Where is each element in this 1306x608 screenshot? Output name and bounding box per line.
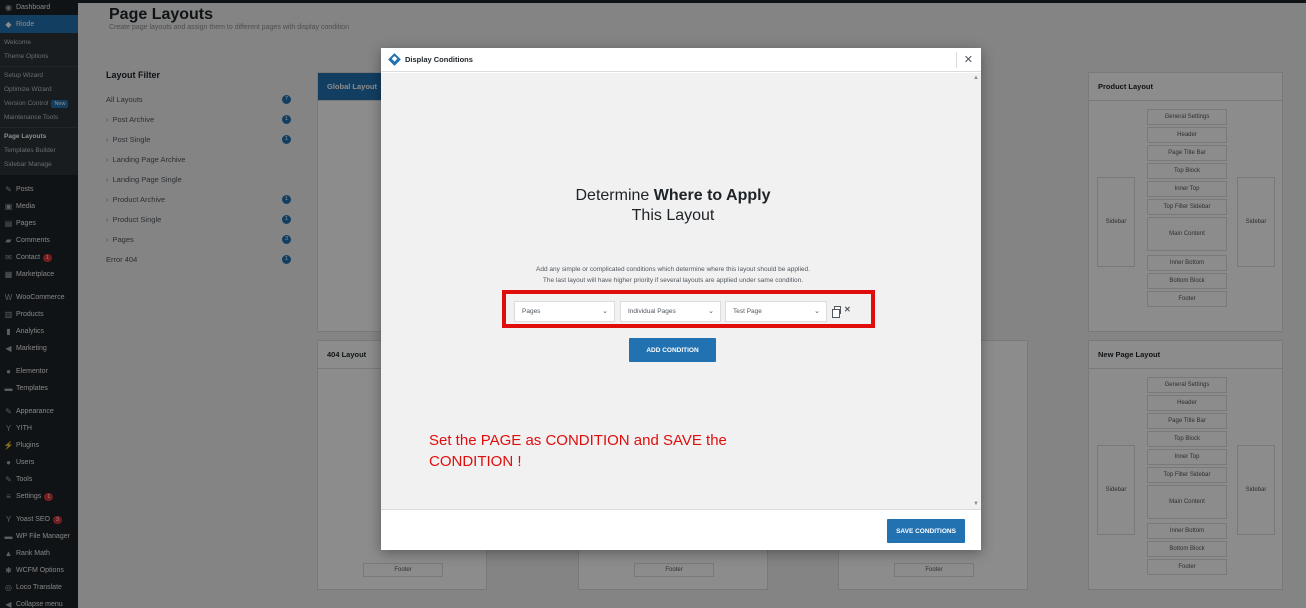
header-divider <box>956 52 957 68</box>
chevron-down-icon: ⌄ <box>814 308 820 315</box>
remove-icon[interactable]: ✕ <box>844 305 851 314</box>
copy-icon[interactable] <box>832 305 841 318</box>
modal-heading: Determine Where to Apply This Layout <box>381 186 965 226</box>
display-conditions-modal: Display Conditions ✕ ▲ ▼ Determine Where… <box>381 48 981 550</box>
select-value: Test Page <box>733 308 762 315</box>
instruction-annotation: Set the PAGE as CONDITION and SAVE the C… <box>429 432 727 470</box>
heading-bold: Where to Apply <box>653 187 771 204</box>
condition-type-select[interactable]: Pages ⌄ <box>514 301 615 322</box>
riode-logo-icon <box>388 53 401 66</box>
select-value: Individual Pages <box>628 308 676 315</box>
scroll-down-icon[interactable]: ▼ <box>973 501 979 507</box>
scroll-up-icon[interactable]: ▲ <box>973 75 979 81</box>
modal-body: ▲ ▼ Determine Where to Apply This Layout… <box>381 73 981 509</box>
select-value: Pages <box>522 308 541 315</box>
condition-scope-select[interactable]: Individual Pages ⌄ <box>620 301 721 322</box>
chevron-down-icon: ⌄ <box>708 308 714 315</box>
modal-header: Display Conditions ✕ <box>381 48 981 72</box>
heading-plain: Determine <box>575 187 654 204</box>
heading-line2: This Layout <box>631 207 715 224</box>
modal-title: Display Conditions <box>405 55 473 64</box>
modal-scrollbar[interactable]: ▲ ▼ <box>971 73 981 509</box>
desc-line-1: Add any simple or complicated conditions… <box>536 266 810 273</box>
add-condition-button[interactable]: ADD CONDITION <box>629 338 716 362</box>
save-conditions-button[interactable]: SAVE CONDITIONS <box>887 519 965 543</box>
close-icon[interactable]: ✕ <box>964 53 973 66</box>
modal-description: Add any simple or complicated conditions… <box>381 264 965 286</box>
condition-actions: ✕ <box>832 305 851 318</box>
modal-footer: SAVE CONDITIONS <box>381 509 981 550</box>
chevron-down-icon: ⌄ <box>602 308 608 315</box>
desc-line-2: The last layout will have higher priorit… <box>542 277 804 284</box>
condition-value-select[interactable]: Test Page ⌄ <box>725 301 827 322</box>
